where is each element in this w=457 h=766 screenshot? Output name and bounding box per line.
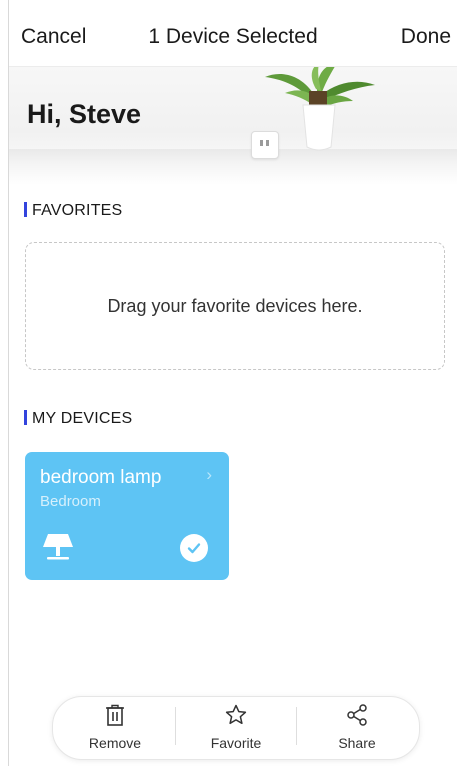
my-devices-heading: MY DEVICES: [24, 410, 132, 428]
share-icon: [347, 704, 367, 726]
section-accent-bar: [24, 202, 27, 217]
device-room: Bedroom: [40, 493, 101, 510]
chevron-right-icon: ›: [206, 465, 212, 484]
action-divider: [175, 707, 176, 745]
device-card[interactable]: bedroom lamp Bedroom ›: [25, 452, 229, 580]
plant-image: [265, 67, 375, 151]
favorites-heading-text: FAVORITES: [32, 202, 123, 219]
share-button[interactable]: Share: [302, 703, 412, 755]
dropzone-hint: Drag your favorite devices here.: [107, 296, 363, 316]
trash-icon: [106, 704, 124, 726]
favorites-heading: FAVORITES: [24, 202, 122, 220]
greeting: Hi, Steve: [27, 99, 142, 129]
action-divider: [296, 707, 297, 745]
favorite-label: Favorite: [210, 735, 262, 751]
lamp-icon: [43, 534, 73, 560]
remove-button[interactable]: Remove: [60, 703, 170, 755]
device-name: bedroom lamp: [40, 467, 162, 488]
bottom-action-bar: Remove Favorite Share: [52, 696, 420, 760]
favorites-dropzone[interactable]: Drag your favorite devices here.: [25, 242, 445, 370]
done-button[interactable]: Done: [401, 25, 451, 49]
section-accent-bar: [24, 410, 27, 425]
remove-label: Remove: [88, 735, 142, 751]
my-devices-heading-text: MY DEVICES: [32, 410, 133, 427]
hero-shelf: [9, 149, 457, 185]
share-label: Share: [338, 735, 376, 751]
hero-banner: Hi, Steve: [9, 67, 457, 185]
favorite-button[interactable]: Favorite: [181, 703, 291, 755]
star-icon: [225, 704, 247, 725]
selected-check-icon[interactable]: [180, 534, 208, 562]
top-bar: Cancel 1 Device Selected Done: [9, 0, 457, 67]
page-title: 1 Device Selected: [148, 25, 318, 48]
